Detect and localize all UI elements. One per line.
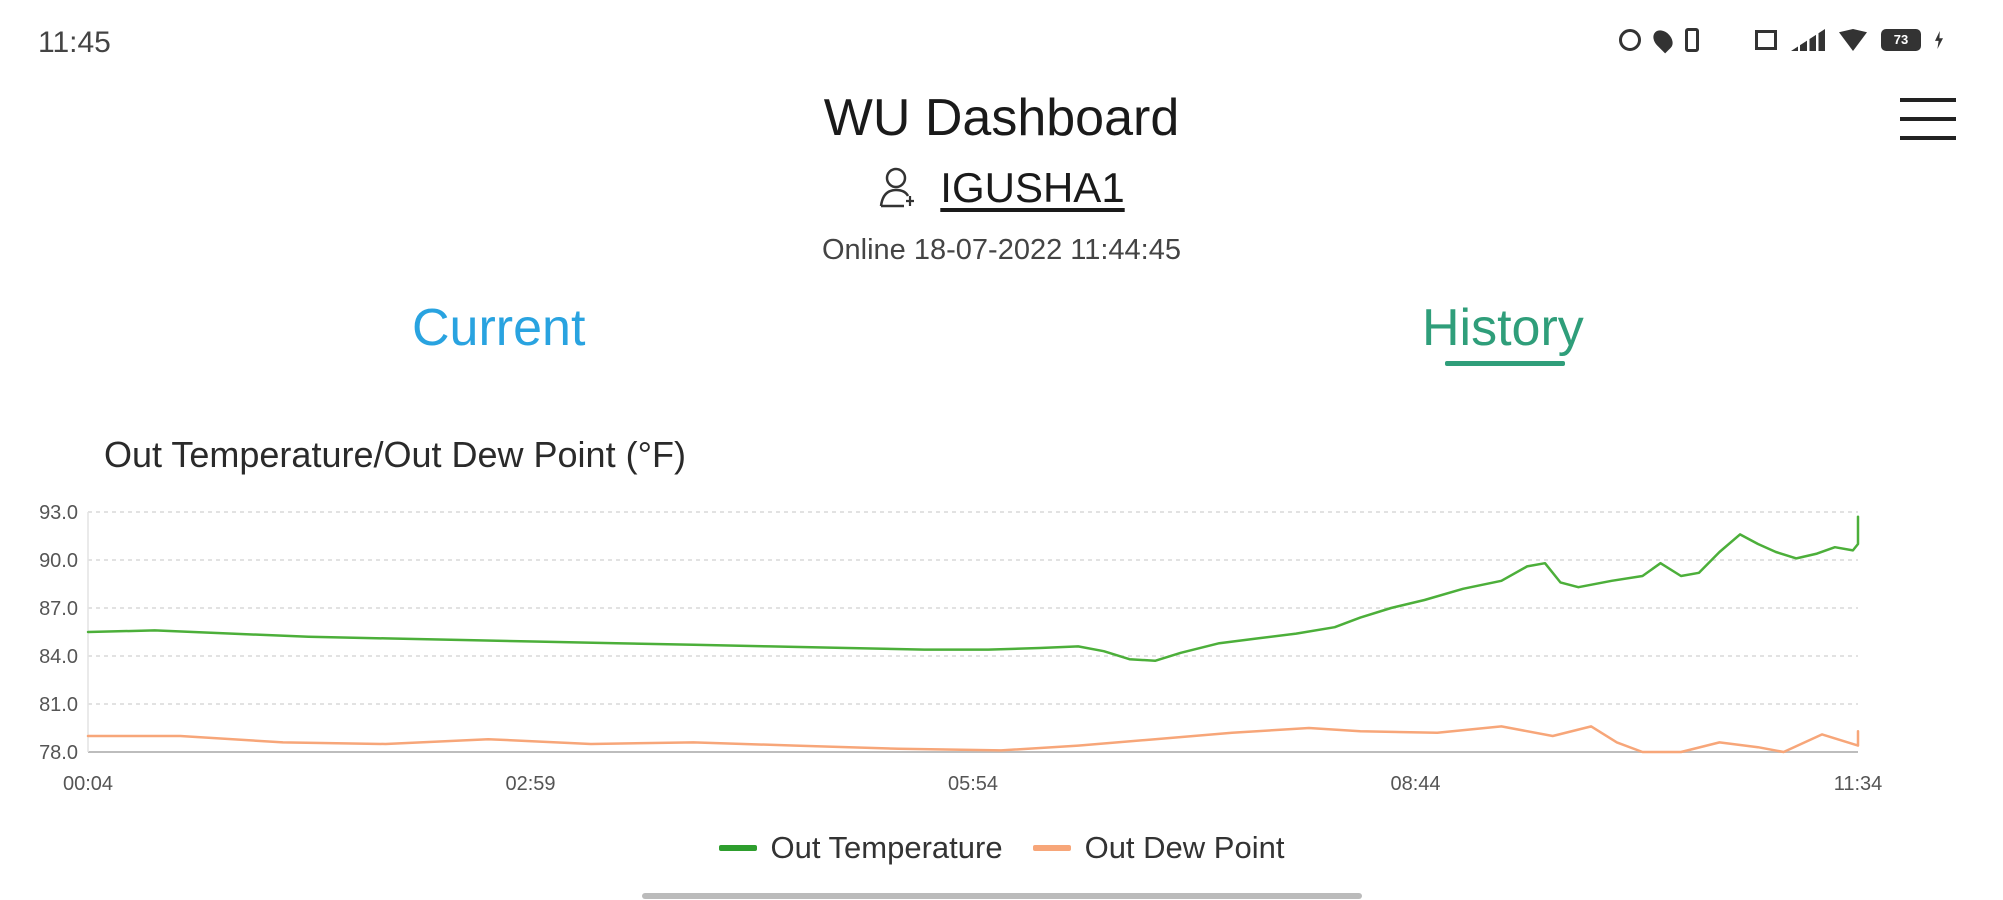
vibrate-icon — [1685, 28, 1699, 52]
legend-label-dew-point: Out Dew Point — [1084, 830, 1285, 865]
status-bar: 11:45 73 — [0, 0, 2003, 80]
station-id-link[interactable]: IGUSHA1 — [940, 164, 1124, 212]
legend-item-temperature[interactable]: Out Temperature — [718, 830, 1003, 866]
tab-history-underline — [1445, 361, 1565, 366]
y-tick-label: 81.0 — [39, 694, 78, 716]
series-line-out-dew-point — [86, 725, 1860, 754]
y-tick-label: 90.0 — [39, 550, 78, 572]
location-icon — [1649, 26, 1677, 54]
x-tick-label: 00:04 — [63, 773, 113, 795]
hamburger-menu-icon[interactable] — [1900, 94, 1956, 144]
online-status: Online 18-07-2022 11:44:45 — [821, 234, 1182, 266]
x-tick-label: 02:59 — [505, 773, 555, 795]
x-tick-label: 11:34 — [1834, 773, 1883, 795]
alarm-icon — [1619, 29, 1641, 51]
y-tick-label: 87.0 — [39, 598, 78, 620]
cast-icon — [1755, 30, 1777, 50]
legend-label-temperature: Out Temperature — [770, 830, 1003, 865]
x-tick-label: 05:54 — [948, 773, 998, 795]
battery-icon: 73 — [1881, 29, 1921, 51]
x-tick-label: 08:44 — [1390, 773, 1440, 795]
line-chart: 78.0 81.0 84.0 87.0 90.0 93.0 00:04 02:59 05:54 0… — [39, 502, 1883, 795]
wifi-icon — [1839, 29, 1867, 51]
charging-icon — [1935, 31, 1943, 49]
tab-history[interactable]: History — [1422, 298, 1584, 358]
y-tick-label: 78.0 — [39, 742, 78, 764]
legend-swatch-dew-point — [1032, 845, 1071, 851]
y-tick-label: 84.0 — [39, 646, 78, 668]
data-speed-icon — [1713, 29, 1741, 51]
status-icons: 73 — [1619, 26, 1943, 54]
chart-legend: Out Temperature Out Dew Point — [0, 830, 2003, 866]
legend-swatch-temperature — [718, 845, 757, 851]
home-indicator[interactable] — [642, 893, 1362, 899]
chart-title: Out Temperature/Out Dew Point (°F) — [104, 434, 686, 475]
station-row: IGUSHA1 — [0, 164, 2003, 212]
app-title: WU Dashboard — [823, 89, 1180, 147]
tab-current[interactable]: Current — [412, 298, 585, 358]
legend-item-dew-point[interactable]: Out Dew Point — [1032, 830, 1285, 866]
status-time: 11:45 — [38, 26, 111, 59]
series-line-out-temperature — [86, 515, 1860, 663]
user-icon — [878, 166, 918, 210]
y-tick-label: 93.0 — [39, 502, 78, 524]
signal-icon — [1791, 29, 1825, 51]
